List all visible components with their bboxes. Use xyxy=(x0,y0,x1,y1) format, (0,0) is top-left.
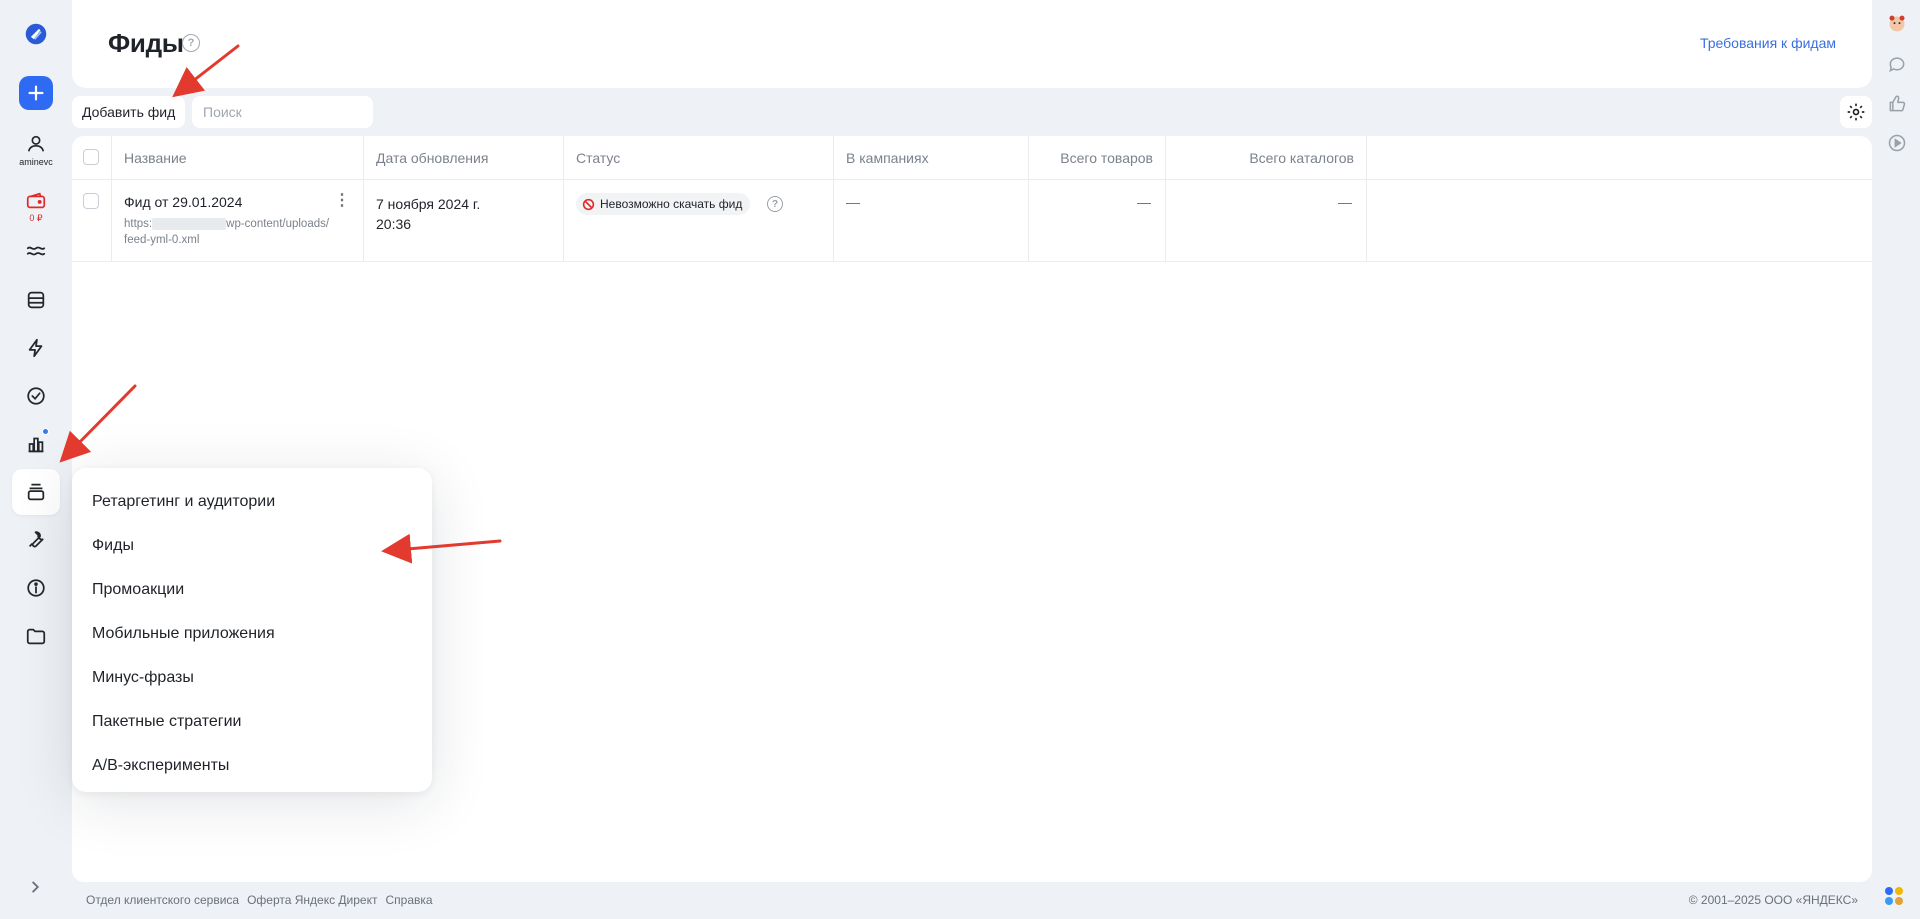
library-icon[interactable] xyxy=(12,469,60,515)
page-title: Фиды xyxy=(108,28,184,58)
status-badge: Невозможно скачать фид xyxy=(576,193,751,215)
bar-chart-icon[interactable] xyxy=(18,426,54,462)
feed-name-cell: Фид от 29.01.2024 ⋮ https: wp-content/upl… xyxy=(112,180,364,261)
bolt-icon[interactable] xyxy=(18,330,54,366)
footer-link-help[interactable]: Справка xyxy=(385,893,432,907)
campaigns-value: — xyxy=(846,194,860,210)
campaigns-cell: — xyxy=(834,180,1029,261)
row-checkbox-cell xyxy=(72,180,112,261)
goods-cell: — xyxy=(1029,180,1166,261)
updated-date: 7 ноября 2024 г. 20:36 xyxy=(376,194,480,234)
footer-link-support[interactable]: Отдел клиентского сервиса xyxy=(86,893,239,907)
play-circle-icon[interactable] xyxy=(1886,132,1908,154)
menu-item-mobile-apps[interactable]: Мобильные приложения xyxy=(72,612,432,656)
table-row[interactable]: Фид от 29.01.2024 ⋮ https: wp-content/upl… xyxy=(72,180,1872,262)
column-updated-date[interactable]: Дата обновления xyxy=(364,136,564,179)
check-circle-icon[interactable] xyxy=(18,378,54,414)
balance-label: 0 ₽ xyxy=(29,213,43,223)
column-status[interactable]: Статус xyxy=(564,136,834,179)
ban-icon xyxy=(582,198,595,210)
column-name[interactable]: Название xyxy=(112,136,364,179)
menu-item-negative-keywords[interactable]: Минус-фразы xyxy=(72,656,432,700)
apps-grid-icon[interactable] xyxy=(1882,884,1906,908)
catalogs-value: — xyxy=(1338,194,1352,210)
logo-icon[interactable] xyxy=(18,16,54,52)
wallet-icon[interactable]: 0 ₽ xyxy=(18,185,54,229)
status-help-icon[interactable]: ? xyxy=(767,196,783,212)
catalogs-cell: — xyxy=(1166,180,1367,261)
copyright: © 2001–2025 ООО «ЯНДЕКС» xyxy=(1688,893,1858,907)
notification-dot xyxy=(42,428,49,435)
waves-icon[interactable] xyxy=(18,233,54,269)
add-feed-button[interactable]: Добавить фид xyxy=(72,96,186,128)
search-input[interactable] xyxy=(192,96,373,128)
chevron-right-icon[interactable] xyxy=(24,876,46,903)
feed-url-path: wp-content/uploads/ xyxy=(226,218,330,230)
updated-date-day: 7 ноября 2024 г. xyxy=(376,196,481,212)
help-icon[interactable]: ? xyxy=(182,34,200,52)
menu-item-ab-experiments[interactable]: A/B-эксперименты xyxy=(72,744,432,788)
menu-item-retargeting[interactable]: Ретаргетинг и аудитории xyxy=(72,480,432,524)
menu-item-promo[interactable]: Промоакции xyxy=(72,568,432,612)
folder-icon[interactable] xyxy=(18,618,54,654)
gear-icon[interactable] xyxy=(1840,96,1872,128)
page-header: Фиды ? Требования к фидам xyxy=(72,0,1872,88)
column-total-catalogs[interactable]: Всего каталогов xyxy=(1166,136,1367,179)
header-checkbox-cell xyxy=(72,136,112,179)
database-icon[interactable] xyxy=(18,282,54,318)
feed-url: https: wp-content/uploads/ feed-yml-0.xml xyxy=(124,216,356,248)
footer-links: Отдел клиентского сервиса Оферта Яндекс … xyxy=(86,893,433,907)
requirements-link[interactable]: Требования к фидам xyxy=(1700,35,1836,51)
menu-item-feeds[interactable]: Фиды xyxy=(72,524,432,568)
status-cell: Невозможно скачать фид ? xyxy=(564,180,834,261)
goods-value: — xyxy=(1137,194,1151,210)
library-menu: Ретаргетинг и аудитории Фиды Промоакции … xyxy=(72,468,432,792)
user-icon[interactable]: aminevc xyxy=(18,128,54,172)
plus-icon[interactable] xyxy=(19,76,53,110)
avatar-icon[interactable] xyxy=(1886,13,1908,35)
updated-date-time: 20:36 xyxy=(376,216,412,232)
info-icon[interactable] xyxy=(18,570,54,606)
left-sidebar: aminevc 0 ₽ xyxy=(0,0,72,919)
column-campaigns[interactable]: В кампаниях xyxy=(834,136,1029,179)
url-mask xyxy=(152,217,227,230)
feed-url-file: feed-yml-0.xml xyxy=(124,234,200,246)
username-label: aminevc xyxy=(19,157,53,167)
column-total-goods[interactable]: Всего товаров xyxy=(1029,136,1166,179)
chat-icon[interactable] xyxy=(1886,53,1908,75)
updated-date-cell: 7 ноября 2024 г. 20:36 xyxy=(364,180,564,261)
row-checkbox[interactable] xyxy=(83,193,99,209)
footer-link-offer[interactable]: Оферта Яндекс Директ xyxy=(247,893,377,907)
table-header: Название Дата обновления Статус В кампан… xyxy=(72,136,1872,180)
feed-name[interactable]: Фид от 29.01.2024 xyxy=(124,194,242,210)
select-all-checkbox[interactable] xyxy=(83,149,99,165)
feed-url-start: https: xyxy=(124,218,153,230)
thumbs-up-icon[interactable] xyxy=(1886,93,1908,115)
status-text: Невозможно скачать фид xyxy=(600,197,743,211)
more-options-icon[interactable]: ⋮ xyxy=(334,193,350,209)
wrench-icon[interactable] xyxy=(18,522,54,558)
menu-item-package-strategies[interactable]: Пакетные стратегии xyxy=(72,700,432,744)
right-sidebar xyxy=(1872,0,1920,919)
